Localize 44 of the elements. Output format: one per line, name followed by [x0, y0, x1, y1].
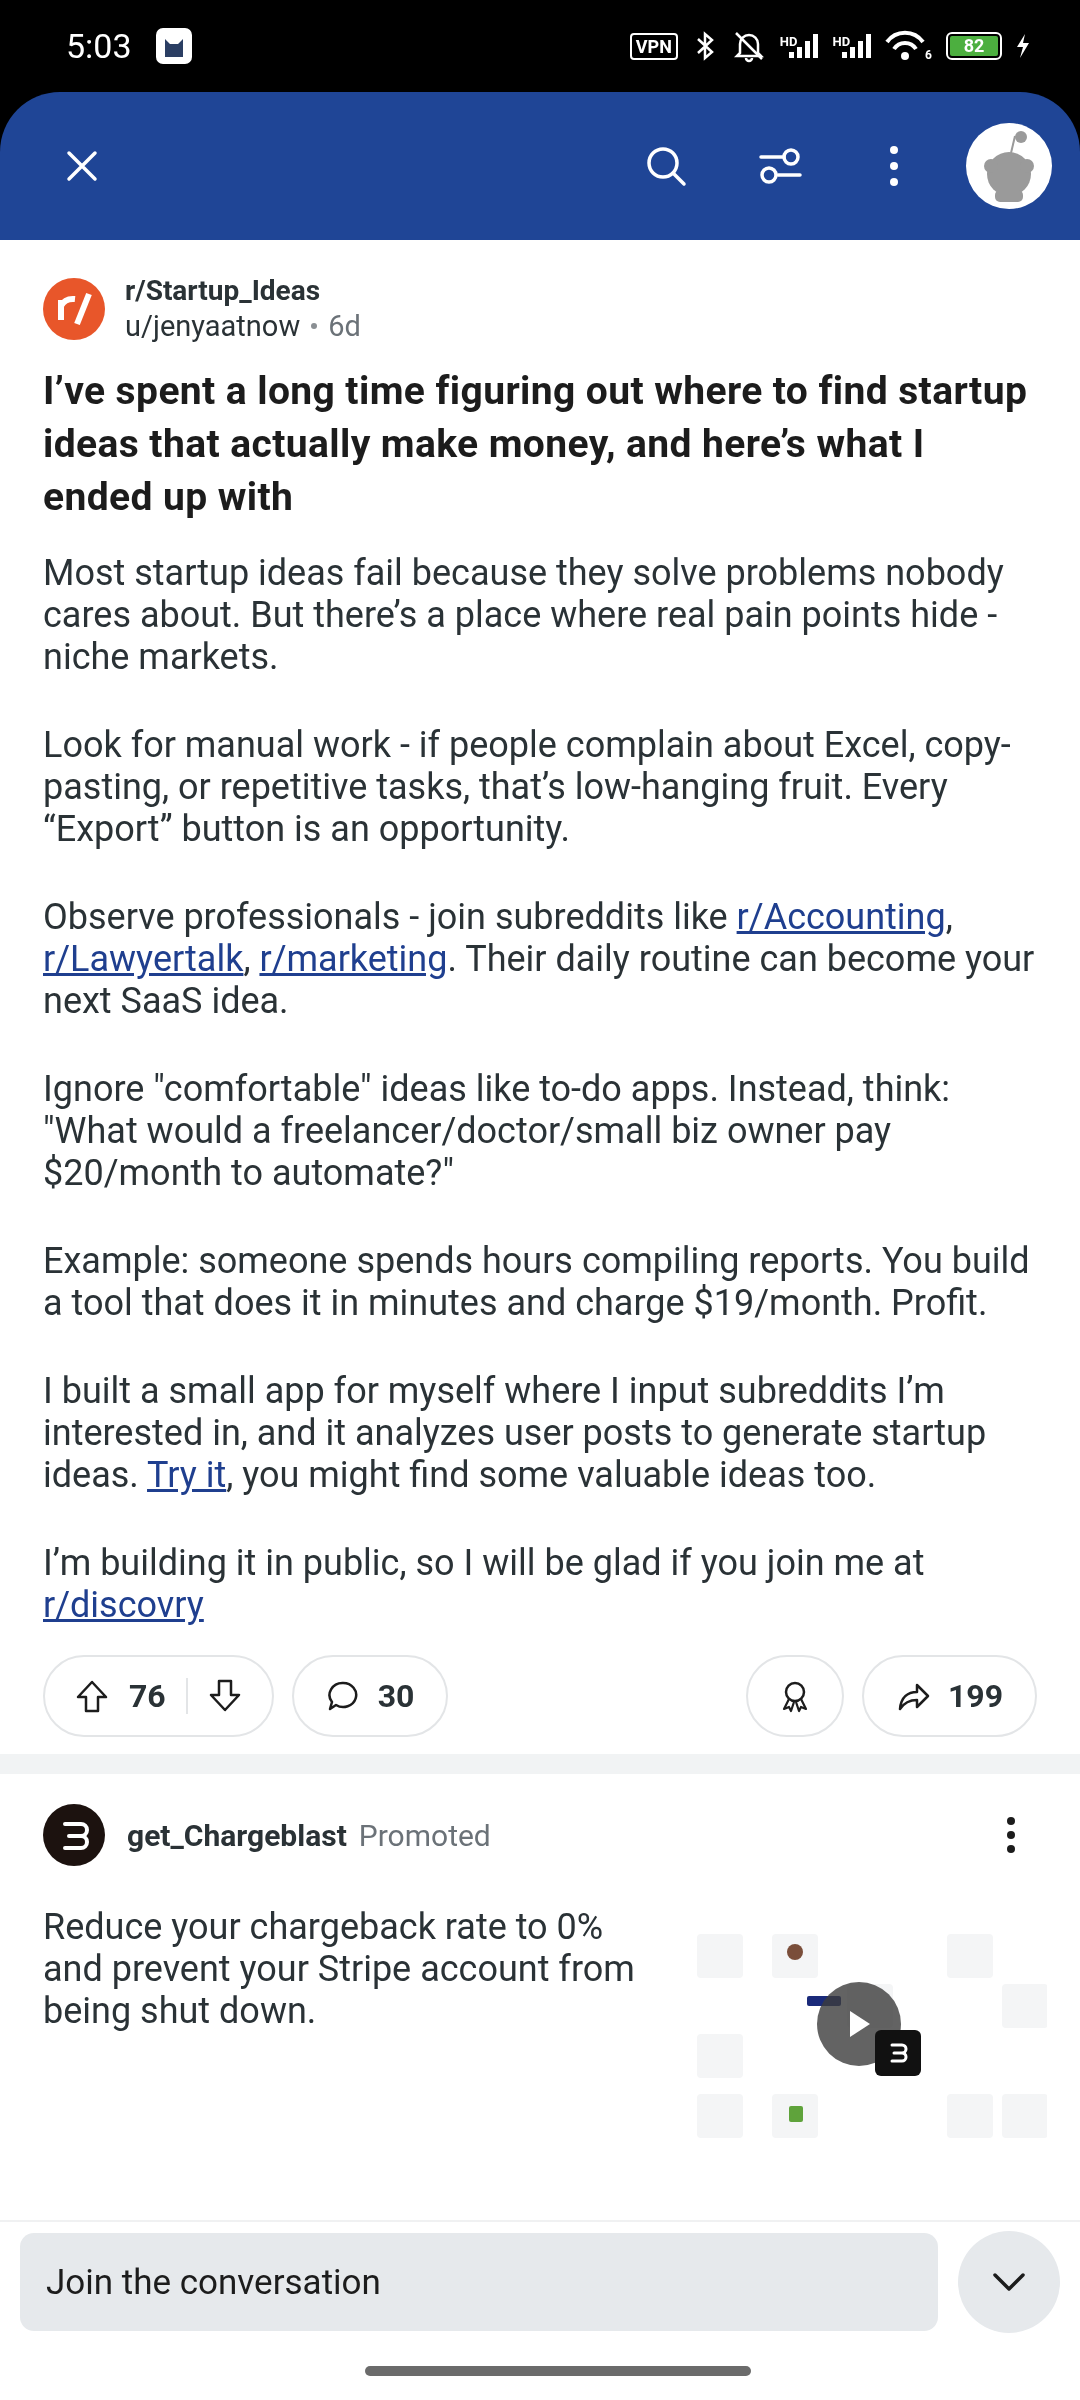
author-name[interactable]: u/jenyaatnow: [125, 309, 301, 343]
post-paragraph: Observe professionals - join subreddits like r/Accounting, r/Lawyertalk, r/marketing. Their daily routine can become your next SaaS idea.: [43, 896, 1036, 1022]
speech-bubble-icon: [325, 1679, 360, 1713]
text-link[interactable]: r/marketing: [259, 938, 448, 980]
post-paragraph: Look for manual work - if people complain about Excel, copy-pasting, or repetitive tasks, that’s low-hanging fruit. Every “Export” button is an opportunity.: [43, 724, 1012, 850]
share-button[interactable]: 199: [861, 1655, 1037, 1737]
text-link[interactable]: Try it: [147, 1454, 227, 1496]
award-button[interactable]: [745, 1655, 844, 1737]
downvote-button[interactable]: [207, 1679, 242, 1713]
vpn-badge: VPN: [629, 32, 678, 60]
advertiser-name[interactable]: get_Chargeblast: [127, 1817, 347, 1853]
search-icon: [644, 144, 688, 188]
post-title: I’ve spent a long time figuring out where to find startup ideas that actually make money, and here’s what I ended up with: [43, 367, 1029, 522]
cat-app-icon: [155, 28, 192, 64]
vertical-dots-icon: [1005, 1816, 1017, 1854]
post-paragraph: Most startup ideas fail because they solve problems nobody cares about. But there’s a place where real pain points hide - niche markets.: [43, 552, 1005, 678]
comments-button[interactable]: 30: [291, 1655, 449, 1737]
post-paragraph: I’m building it in public, so I will be glad if you join me at r/discovry: [43, 1542, 926, 1626]
subreddit-link[interactable]: r/Startup_Ideas: [125, 274, 361, 307]
text-link[interactable]: r/Accounting: [736, 896, 946, 938]
post-paragraph: Ignore "comfortable" ideas like to-do apps. Instead, think: "What would a freelancer/doctor/small biz owner pay $20/month to automate?": [43, 1068, 952, 1194]
vertical-dots-icon: [890, 146, 898, 186]
upvote-count: 76: [129, 1677, 166, 1715]
charging-icon: [1016, 34, 1030, 58]
text-link[interactable]: r/Lawyertalk: [43, 938, 244, 980]
upvote-button[interactable]: [75, 1679, 109, 1713]
wifi-standard-label: 6: [925, 48, 932, 62]
clock-time: 5:03: [66, 26, 132, 66]
brand-logo-icon: [875, 2030, 921, 2076]
network-type-label: HD: [779, 34, 798, 49]
post-paragraph: I built a small app for myself where I input subreddits I’m interested in, and it analyzes user posts to generate startup ideas. Try it, you might find some valuable ideas too.: [43, 1370, 988, 1496]
promoted-label: Promoted: [358, 1817, 491, 1853]
up-arrow-icon: [75, 1679, 109, 1713]
more-options-button[interactable]: [1005, 1816, 1017, 1854]
wifi-icon: [885, 30, 926, 62]
separator-dot-icon: [310, 322, 319, 330]
text-link[interactable]: r/discovry: [43, 1584, 204, 1626]
comment-input-field[interactable]: Join the conversation: [20, 2233, 938, 2331]
battery-level: 82: [950, 36, 998, 56]
post-paragraph: Example: someone spends hours compiling reports. You build a tool that does it in minutes and charge $19/month. Profit.: [43, 1240, 1031, 1324]
post-age: 6d: [328, 309, 361, 343]
down-arrow-icon: [207, 1679, 242, 1713]
network-type-label: HD: [832, 34, 851, 49]
ad-text: Reduce your chargeback rate to 0% and prevent your Stripe account from being shut down.: [43, 1906, 636, 2034]
